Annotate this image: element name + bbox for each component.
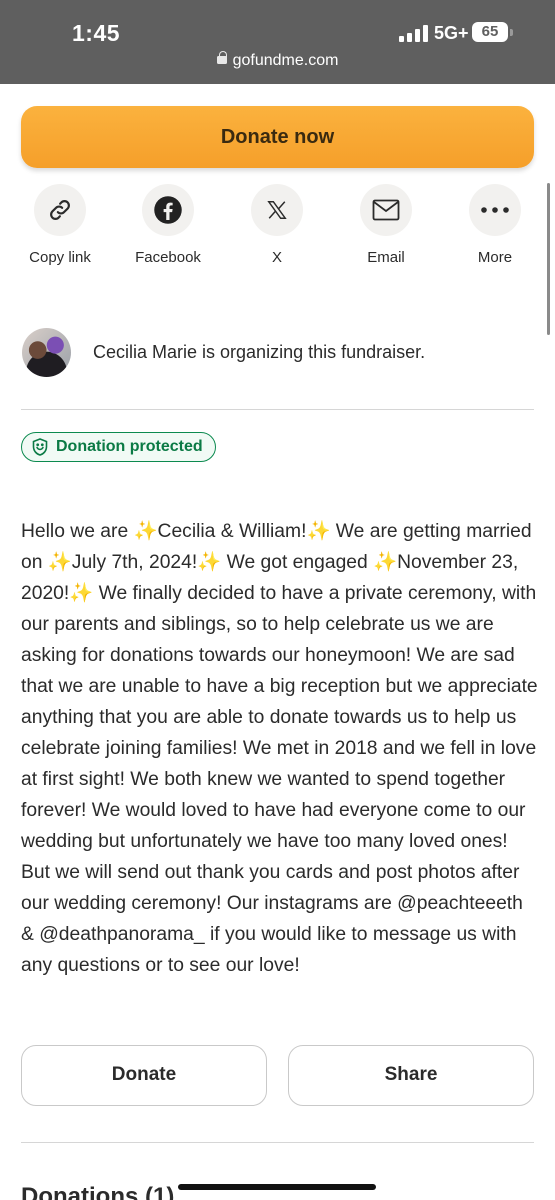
url-bar[interactable]: gofundme.com — [0, 51, 555, 70]
share-label: Facebook — [135, 249, 201, 266]
shield-smile-icon — [32, 438, 48, 456]
share-copy-link[interactable]: Copy link — [10, 184, 110, 266]
organizer-text: Cecilia Marie is organizing this fundrai… — [93, 342, 426, 362]
organizer-avatar[interactable] — [22, 328, 71, 377]
donations-heading: Donations (1) — [21, 1183, 175, 1200]
lock-icon — [216, 51, 227, 66]
x-logo-icon — [251, 184, 303, 236]
share-label: Copy link — [29, 249, 91, 266]
share-options: Copy link Facebook X Email More — [0, 184, 555, 274]
share-x[interactable]: X — [227, 184, 327, 266]
fundraiser-story: Hello we are ✨Cecilia & William!✨ We are… — [21, 521, 538, 976]
share-label: Email — [367, 249, 405, 266]
donate-button[interactable]: Donate — [21, 1045, 267, 1106]
share-facebook[interactable]: Facebook — [118, 184, 218, 266]
share-button[interactable]: Share — [288, 1045, 534, 1106]
share-more[interactable]: More — [445, 184, 545, 266]
signal-icon — [399, 25, 429, 42]
clock: 1:45 — [72, 20, 121, 46]
donate-now-button[interactable]: Donate now — [21, 106, 534, 168]
divider — [21, 409, 534, 410]
donation-protected-badge[interactable]: Donation protected — [21, 432, 216, 462]
divider — [21, 1142, 534, 1143]
share-label: X — [271, 249, 282, 266]
battery-icon: 65 — [472, 22, 508, 42]
battery-level: 65 — [481, 23, 499, 40]
badge-label: Donation protected — [56, 438, 203, 455]
share-email[interactable]: Email — [336, 184, 436, 266]
network-type: 5G+ — [434, 23, 469, 43]
more-icon — [469, 184, 521, 236]
url-text: gofundme.com — [232, 52, 339, 69]
home-indicator — [178, 1184, 376, 1190]
status-bar: 1:45 5G+ 65 gofundme.com — [0, 0, 555, 84]
scrollbar[interactable] — [547, 183, 550, 335]
link-icon — [34, 184, 86, 236]
share-label: More — [477, 249, 513, 266]
facebook-icon — [142, 184, 194, 236]
email-icon — [360, 184, 412, 236]
battery-tip — [510, 29, 513, 36]
